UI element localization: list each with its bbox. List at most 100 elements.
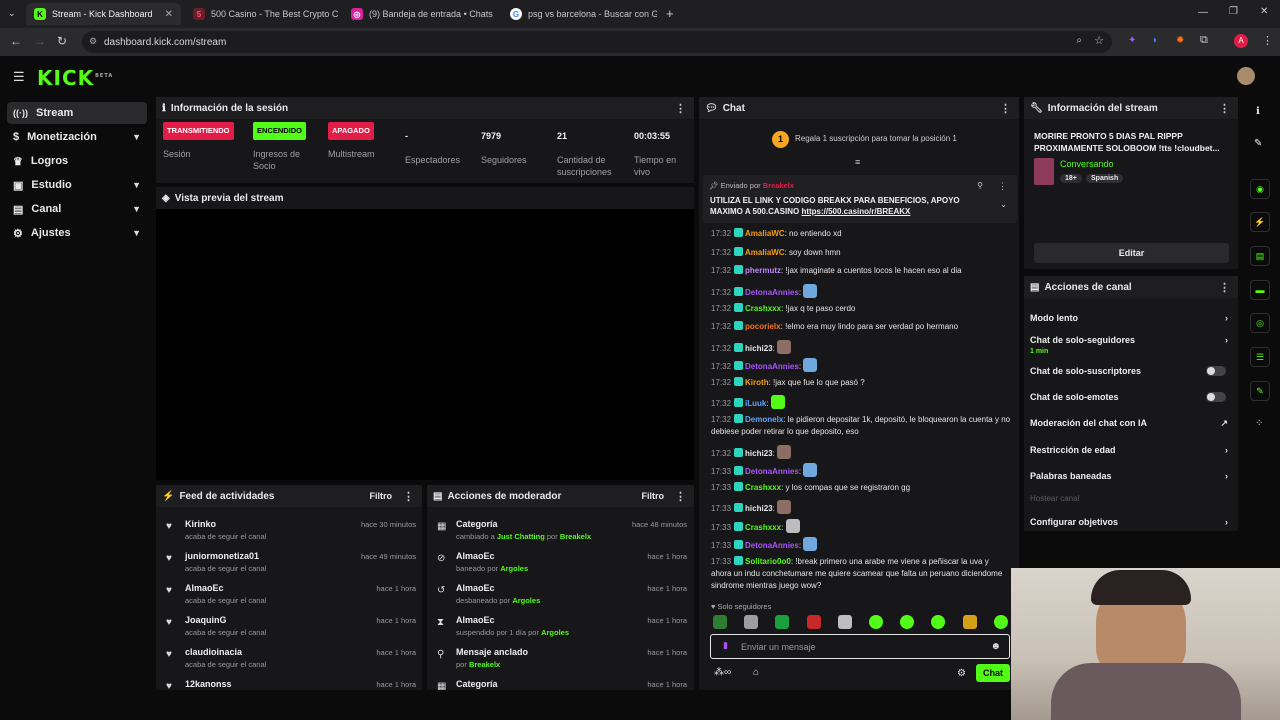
- window-close-icon[interactable]: ✕: [1260, 6, 1268, 17]
- more-options-icon[interactable]: ⋮: [675, 490, 686, 503]
- maximize-icon[interactable]: ❐: [1229, 6, 1238, 17]
- rail-lightning-icon[interactable]: ⚡: [1250, 212, 1270, 232]
- user-avatar[interactable]: [1237, 67, 1255, 85]
- chat-username[interactable]: phermutz: [745, 266, 781, 275]
- more-options-icon[interactable]: ⋮: [675, 102, 686, 115]
- pinned-link[interactable]: https://500.casino/r/BREAKX: [801, 207, 910, 216]
- feed-user[interactable]: JoaquinG: [185, 615, 227, 625]
- chat-username[interactable]: DetonaAnnies: [745, 288, 799, 297]
- emote-icon[interactable]: [900, 615, 914, 629]
- site-info-icon[interactable]: ⚙: [89, 36, 97, 47]
- forward-arrow-icon[interactable]: →: [34, 34, 46, 48]
- category-link[interactable]: Conversando: [1060, 159, 1114, 169]
- action-solo-seguidores[interactable]: Chat de solo-seguidores › 1 min: [1030, 335, 1230, 355]
- tab-search-icon[interactable]: ⌄: [8, 8, 16, 19]
- chat-username[interactable]: Solitario0o0: [745, 557, 791, 566]
- back-arrow-icon[interactable]: ←: [10, 34, 22, 48]
- emote-icon[interactable]: [744, 615, 758, 629]
- chevron-down-icon[interactable]: ⌄: [1000, 200, 1007, 209]
- chat-username[interactable]: DetonaAnnies: [745, 467, 799, 476]
- emote-icon[interactable]: [713, 615, 727, 629]
- rail-broadcast-icon[interactable]: ◎: [1250, 313, 1270, 333]
- add-widget-icon[interactable]: ⁘: [1255, 418, 1263, 429]
- chat-username[interactable]: hichi23: [745, 344, 773, 353]
- action-configurar-objetivos[interactable]: Configurar objetivos ›: [1030, 517, 1230, 527]
- reload-icon[interactable]: ↻: [57, 34, 67, 48]
- filter-button[interactable]: Filtro: [642, 491, 665, 501]
- pencil-icon[interactable]: ✎: [1254, 138, 1262, 149]
- mod-highlight[interactable]: Just Chatting: [497, 532, 545, 541]
- close-icon[interactable]: ✕: [165, 9, 173, 20]
- rail-log-icon[interactable]: ▤: [1250, 246, 1270, 266]
- action-modo-lento[interactable]: Modo lento ›: [1030, 313, 1230, 323]
- chat-username[interactable]: pocorielx: [745, 322, 781, 331]
- zoom-icon[interactable]: ⌕: [1076, 35, 1082, 46]
- new-tab-icon[interactable]: +: [666, 6, 674, 21]
- sidebar-item-canal[interactable]: ▤ Canal ▼: [7, 198, 147, 220]
- browser-tab-casino[interactable]: 5 500 Casino - The Best Crypto C ✕: [185, 3, 340, 25]
- feed-user[interactable]: claudioinacia: [185, 647, 242, 657]
- url-input[interactable]: ⚙ dashboard.kick.com/stream ⌕ ☆: [82, 31, 1112, 53]
- chat-settings-gear-icon[interactable]: ⚙: [957, 668, 966, 679]
- info-circle-icon[interactable]: ℹ: [1256, 106, 1260, 117]
- rail-list-icon[interactable]: ☰: [1250, 347, 1270, 367]
- profile-avatar-icon[interactable]: A: [1234, 34, 1248, 48]
- chat-username[interactable]: Crashxxx: [745, 304, 781, 313]
- chat-username[interactable]: hichi23: [745, 504, 773, 513]
- chat-username[interactable]: Demonelx: [745, 415, 783, 424]
- browser-tab-google[interactable]: G psg vs barcelona - Buscar con G ✕: [502, 3, 657, 25]
- chat-username[interactable]: Kiroth: [745, 378, 769, 387]
- feed-user[interactable]: Kirinko: [185, 519, 216, 529]
- emote-icon[interactable]: [869, 615, 883, 629]
- mod-user[interactable]: Breakelx: [560, 532, 591, 541]
- minimize-icon[interactable]: —: [1198, 7, 1208, 18]
- kick-logo[interactable]: KICKBETA: [37, 66, 113, 90]
- tag-badge[interactable]: Spanish: [1086, 174, 1124, 183]
- kick-points-icon[interactable]: ⁂∞: [714, 667, 731, 678]
- send-chat-button[interactable]: Chat: [976, 664, 1010, 682]
- feed-user[interactable]: AlmaoEc: [185, 583, 224, 593]
- chat-username[interactable]: Crashxxx: [745, 483, 781, 492]
- sidebar-item-estudio[interactable]: ▣ Estudio ▼: [7, 174, 147, 196]
- chat-username[interactable]: iLuuk: [745, 399, 766, 408]
- more-options-icon[interactable]: ⋮: [1000, 102, 1011, 115]
- extension-icon[interactable]: ✹: [1176, 35, 1184, 46]
- emote-icon[interactable]: [931, 615, 945, 629]
- emoji-icon[interactable]: ☻: [990, 641, 1001, 652]
- sort-icon[interactable]: ≡: [855, 157, 860, 167]
- chat-username[interactable]: hichi23: [745, 449, 773, 458]
- pinned-user[interactable]: Breakelx: [763, 181, 794, 190]
- more-options-icon[interactable]: ⋮: [403, 490, 414, 503]
- chat-username[interactable]: DetonaAnnies: [745, 362, 799, 371]
- sidebar-item-monetizacion[interactable]: $ Monetización ▼: [7, 126, 147, 148]
- chat-username[interactable]: Crashxxx: [745, 523, 781, 532]
- mod-user[interactable]: Breakelx: [469, 660, 500, 669]
- edit-stream-button[interactable]: Editar: [1034, 243, 1229, 263]
- chat-username[interactable]: DetonaAnnies: [745, 541, 799, 550]
- sidebar-item-ajustes[interactable]: ⚙ Ajustes ▼: [7, 222, 147, 244]
- toggle-switch[interactable]: [1206, 366, 1226, 376]
- emote-icon[interactable]: [994, 615, 1008, 629]
- extension-icon[interactable]: ◗: [1152, 35, 1158, 46]
- gift-leaderboard-text[interactable]: Regala 1 suscripción para tomar la posic…: [795, 134, 957, 143]
- feed-user[interactable]: 12kanonss: [185, 679, 232, 689]
- extension-icon[interactable]: ✦: [1128, 35, 1136, 46]
- action-palabras-baneadas[interactable]: Palabras baneadas ›: [1030, 471, 1230, 481]
- mod-user[interactable]: Argoles: [512, 596, 540, 605]
- emote-icon[interactable]: [838, 615, 852, 629]
- filter-button[interactable]: Filtro: [370, 491, 393, 501]
- action-restriccion-edad[interactable]: Restricción de edad ›: [1030, 445, 1230, 455]
- more-options-icon[interactable]: ⋮: [1219, 281, 1230, 294]
- chat-username[interactable]: AmaliaWC: [745, 248, 785, 257]
- hamburger-menu-icon[interactable]: ☰: [13, 69, 25, 85]
- mod-user[interactable]: Argoles: [500, 564, 528, 573]
- emote-icon[interactable]: [963, 615, 977, 629]
- store-icon[interactable]: ⌂: [753, 667, 759, 678]
- feed-user[interactable]: juniormonetiza01: [185, 551, 259, 561]
- more-options-icon[interactable]: ⋮: [998, 181, 1007, 192]
- chat-username[interactable]: AmaliaWC: [745, 229, 785, 238]
- more-options-icon[interactable]: ⋮: [1219, 102, 1230, 115]
- bookmark-star-icon[interactable]: ☆: [1094, 34, 1104, 47]
- rail-mod-icon[interactable]: ◉: [1250, 179, 1270, 199]
- tag-badge[interactable]: 18+: [1060, 174, 1082, 183]
